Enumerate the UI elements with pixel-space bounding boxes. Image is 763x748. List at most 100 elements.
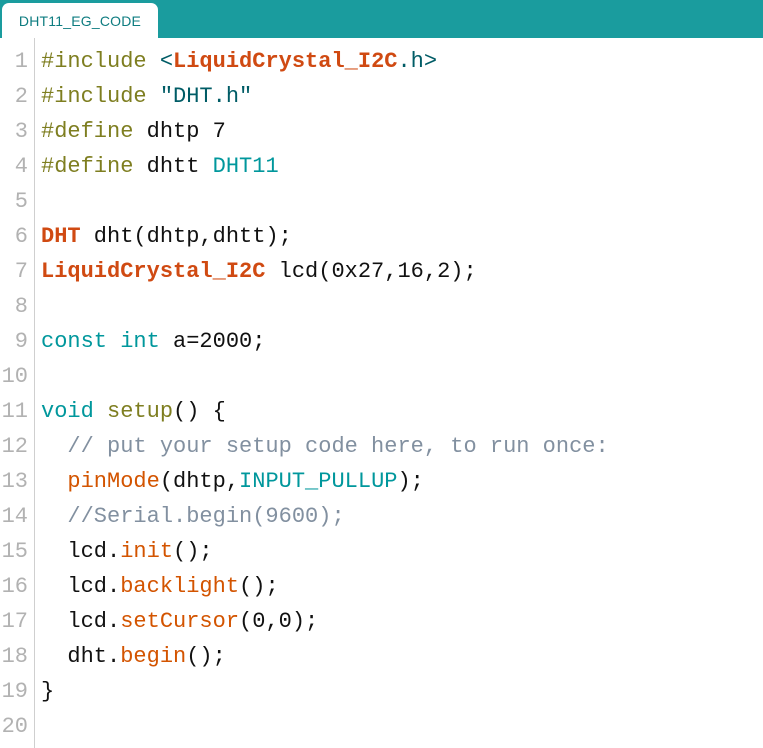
line-content[interactable]: void setup() { <box>34 394 226 429</box>
code-lines: 1 #include <LiquidCrystal_I2C.h> 2 #incl… <box>0 38 763 744</box>
line-number: 18 <box>1 644 28 669</box>
code-line: 5 <box>0 184 763 219</box>
line-number: 5 <box>14 189 28 214</box>
line-number: 11 <box>1 399 28 424</box>
line-content[interactable]: lcd.setCursor(0,0); <box>34 604 318 639</box>
token-plain: a=2000; <box>159 329 266 354</box>
code-line: 2 #include "DHT.h" <box>0 79 763 114</box>
token-plain: dhtt <box>146 154 213 179</box>
line-number: 7 <box>14 259 28 284</box>
code-line: 13 pinMode(dhtp,INPUT_PULLUP); <box>0 464 763 499</box>
token-object: dht. <box>41 644 121 669</box>
line-content[interactable]: LiquidCrystal_I2C lcd(0x27,16,2); <box>34 254 477 289</box>
line-number: 20 <box>1 714 28 739</box>
token-method-name: init <box>120 539 174 564</box>
line-content[interactable]: lcd.backlight(); <box>34 569 279 604</box>
token-constant: INPUT_PULLUP <box>239 469 398 494</box>
line-number: 15 <box>1 539 28 564</box>
code-line: 10 <box>0 359 763 394</box>
token-object: lcd. <box>41 609 121 634</box>
code-line: 19 } <box>0 674 763 709</box>
code-line: 8 <box>0 289 763 324</box>
line-number: 16 <box>1 574 28 599</box>
code-line: 16 lcd.backlight(); <box>0 569 763 604</box>
code-line: 11 void setup() { <box>0 394 763 429</box>
token-method-name: setCursor <box>120 609 240 634</box>
line-number: 13 <box>1 469 28 494</box>
line-number: 14 <box>1 504 28 529</box>
token-comment: // put your setup code here, to run once… <box>41 434 609 459</box>
token-preprocessor: #define <box>41 119 147 144</box>
token-preprocessor: #define <box>41 154 147 179</box>
token-brace: } <box>41 679 55 704</box>
token-string: "DHT.h" <box>159 84 253 109</box>
token-plain: dht(dhtp,dhtt); <box>80 224 292 249</box>
line-content[interactable]: pinMode(dhtp,INPUT_PULLUP); <box>34 464 424 499</box>
token-object: lcd. <box>41 539 121 564</box>
token-library-name: LiquidCrystal_I2C <box>173 49 398 74</box>
code-line: 1 #include <LiquidCrystal_I2C.h> <box>0 44 763 79</box>
line-content[interactable]: DHT dht(dhtp,dhtt); <box>34 219 292 254</box>
token-angle-open: < <box>159 49 174 74</box>
line-content[interactable]: #define dhtt DHT11 <box>34 149 279 184</box>
token-preprocessor: #include <box>41 84 160 109</box>
token-function-name: setup <box>107 399 174 424</box>
line-number: 17 <box>1 609 28 634</box>
token-plain: dhtp 7 <box>146 119 226 144</box>
line-content[interactable]: //Serial.begin(9600); <box>34 499 345 534</box>
token-plain: lcd(0x27,16,2); <box>265 259 477 284</box>
line-content[interactable]: dht.begin(); <box>34 639 226 674</box>
token-plain: (0,0); <box>239 609 319 634</box>
tab-dht11-eg-code[interactable]: DHT11_EG_CODE <box>2 3 158 38</box>
token-header-ext: .h> <box>397 49 438 74</box>
line-number: 6 <box>14 224 28 249</box>
code-line: 17 lcd.setCursor(0,0); <box>0 604 763 639</box>
code-line: 7 LiquidCrystal_I2C lcd(0x27,16,2); <box>0 254 763 289</box>
line-content[interactable]: const int a=2000; <box>34 324 265 359</box>
token-constant: DHT11 <box>212 154 279 179</box>
token-object: lcd. <box>41 574 121 599</box>
line-content[interactable]: lcd.init(); <box>34 534 213 569</box>
line-content[interactable]: #include <LiquidCrystal_I2C.h> <box>34 44 437 79</box>
code-line: 9 const int a=2000; <box>0 324 763 359</box>
gutter-divider <box>34 38 35 748</box>
code-line: 6 DHT dht(dhtp,dhtt); <box>0 219 763 254</box>
line-content[interactable]: #define dhtp 7 <box>34 114 226 149</box>
line-number: 4 <box>14 154 28 179</box>
line-number: 10 <box>1 364 28 389</box>
token-class-name: DHT <box>41 224 81 249</box>
token-method-name: backlight <box>120 574 240 599</box>
token-keyword: void <box>41 399 94 424</box>
line-content[interactable]: // put your setup code here, to run once… <box>34 429 609 464</box>
token-function-name: pinMode <box>67 469 160 494</box>
tab-label: DHT11_EG_CODE <box>18 12 142 29</box>
token-preprocessor: #include <box>41 49 160 74</box>
token-plain: (dhtp, <box>159 469 240 494</box>
token-plain: (); <box>186 644 226 669</box>
token-plain: ); <box>397 469 424 494</box>
line-number: 8 <box>14 294 28 319</box>
code-line: 18 dht.begin(); <box>0 639 763 674</box>
line-content[interactable]: } <box>34 674 54 709</box>
token-plain: (); <box>239 574 279 599</box>
token-keyword: const int <box>41 329 160 354</box>
token-method-name: begin <box>120 644 187 669</box>
code-editor[interactable]: 1 #include <LiquidCrystal_I2C.h> 2 #incl… <box>0 38 763 748</box>
tab-bar: DHT11_EG_CODE <box>0 0 763 38</box>
line-number: 2 <box>14 84 28 109</box>
code-line: 14 //Serial.begin(9600); <box>0 499 763 534</box>
token-plain: () { <box>173 399 226 424</box>
code-line: 15 lcd.init(); <box>0 534 763 569</box>
token-class-name: LiquidCrystal_I2C <box>41 259 266 284</box>
code-line: 20 <box>0 709 763 744</box>
code-line: 4 #define dhtt DHT11 <box>0 149 763 184</box>
line-content[interactable]: #include "DHT.h" <box>34 79 252 114</box>
line-number: 1 <box>14 49 28 74</box>
code-line: 3 #define dhtp 7 <box>0 114 763 149</box>
token-plain: (); <box>173 539 213 564</box>
token-comment: //Serial.begin(9600); <box>41 504 345 529</box>
line-number: 19 <box>1 679 28 704</box>
line-number: 9 <box>14 329 28 354</box>
